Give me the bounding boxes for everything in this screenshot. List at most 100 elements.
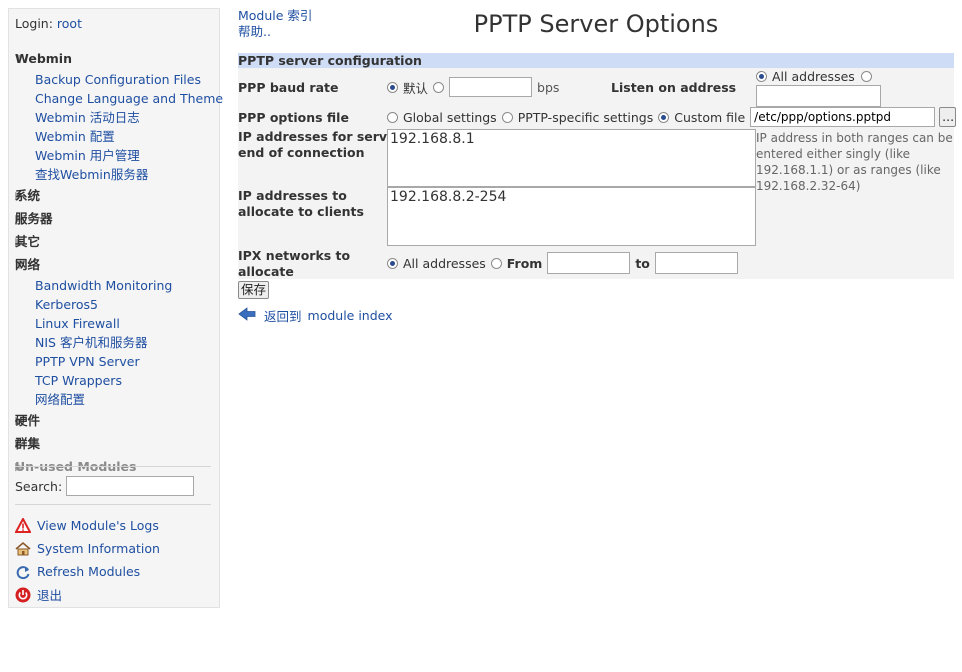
- client-ips-label-line2: allocate to clients: [238, 204, 364, 219]
- divider: [15, 504, 211, 505]
- module-link[interactable]: Bandwidth Monitoring: [15, 276, 215, 295]
- module-link[interactable]: PPTP VPN Server: [15, 352, 215, 371]
- ipx-from-label: From: [506, 255, 543, 271]
- client-ips-label-line1: IP addresses to: [238, 188, 347, 203]
- category-8[interactable]: ▶ 服务器: [15, 207, 215, 230]
- ipx-from-input[interactable]: [547, 252, 631, 274]
- ipx-to-input[interactable]: [654, 252, 738, 274]
- system-info-label: System Information: [37, 541, 160, 556]
- options-file-control: Global settings PPTP-specific settings C…: [387, 107, 957, 127]
- view-logs-link[interactable]: View Module's Logs: [15, 514, 160, 537]
- category-label: 网络: [15, 256, 41, 272]
- ipx-all-radio[interactable]: [387, 257, 398, 269]
- ipx-to-label: to: [635, 255, 650, 271]
- module-link[interactable]: Linux Firewall: [15, 314, 215, 333]
- ipx-all-label: All addresses: [403, 255, 486, 271]
- category-19[interactable]: ▶ 群集: [15, 432, 215, 455]
- listen-specific-radio[interactable]: [860, 71, 872, 82]
- listen-address-input[interactable]: [756, 85, 881, 107]
- category-label: 系统: [15, 187, 41, 203]
- options-global-radio[interactable]: [387, 111, 398, 123]
- category-10[interactable]: ▼ 网络: [15, 253, 215, 276]
- baud-rate-input[interactable]: [449, 77, 533, 97]
- view-logs-label: View Module's Logs: [37, 518, 159, 533]
- listen-address-label: Listen on address: [611, 80, 737, 95]
- config-panel: PPTP server configuration PPP baud rate …: [238, 53, 957, 280]
- options-custom-label: Custom file: [674, 109, 746, 125]
- module-index-back-link[interactable]: module index: [308, 308, 393, 323]
- panel-header: PPTP server configuration: [238, 53, 954, 68]
- server-ips-label-line1: IP addresses for server: [238, 129, 402, 144]
- listen-address-control: All addresses: [756, 69, 877, 84]
- baud-custom-radio[interactable]: [433, 81, 445, 93]
- client-ips-label: IP addresses to allocate to clients: [238, 188, 364, 220]
- category-7[interactable]: ▶ 系统: [15, 184, 215, 207]
- ip-range-note: IP address in both ranges can be entered…: [756, 130, 953, 194]
- module-link[interactable]: Change Language and Theme: [15, 89, 223, 108]
- module-link[interactable]: NIS 客户机和服务器: [15, 333, 215, 352]
- save-button[interactable]: 保存: [238, 281, 270, 299]
- category-label: 群集: [15, 435, 41, 451]
- left-sidebar: Login: root ▼ Webmin Backup Configuration …: [8, 8, 223, 608]
- ipx-control: All addresses From to: [387, 252, 738, 274]
- category-18[interactable]: ▶ 硬件: [15, 409, 215, 432]
- module-link[interactable]: TCP Wrappers: [15, 371, 215, 390]
- search-input[interactable]: [66, 476, 195, 496]
- house-icon: [15, 541, 31, 557]
- ipx-label-line2: allocate: [238, 264, 294, 279]
- ipx-label-line1: IPX networks to: [238, 248, 351, 263]
- options-specific-radio[interactable]: [501, 111, 513, 123]
- options-specific-label: PPTP-specific settings: [517, 109, 654, 125]
- module-link[interactable]: Webmin 配置: [15, 127, 215, 146]
- login-user: root: [56, 16, 82, 31]
- listen-all-label: All addresses: [772, 69, 855, 84]
- note-line: 192.168.1.1) or as ranges (like: [756, 163, 941, 177]
- options-file-input[interactable]: [750, 107, 936, 127]
- back-prefix: 返回到: [264, 309, 302, 324]
- baud-default-radio[interactable]: [387, 81, 398, 93]
- refresh-modules-label: Refresh Modules: [37, 564, 141, 579]
- listen-all-radio[interactable]: [756, 71, 767, 82]
- ipx-label: IPX networks to allocate: [238, 248, 350, 280]
- module-link[interactable]: Kerberos5: [15, 295, 215, 314]
- divider: [15, 466, 211, 467]
- category-label: 硬件: [15, 412, 41, 428]
- login-info: Login: root: [15, 16, 82, 31]
- category-label: 服务器: [15, 210, 53, 226]
- category-label: Webmin: [15, 50, 72, 66]
- back-arrow-icon[interactable]: [238, 307, 256, 324]
- baud-unit: bps: [537, 79, 560, 95]
- options-global-label: Global settings: [403, 109, 497, 125]
- module-link[interactable]: 网络配置: [15, 390, 215, 409]
- warning-icon: [15, 517, 31, 534]
- category-9[interactable]: ▶ 其它: [15, 230, 215, 253]
- baud-rate-control: 默认 bps: [387, 77, 559, 97]
- options-file-browse-button[interactable]: ...: [939, 107, 957, 127]
- baud-rate-label: PPP baud rate: [238, 80, 339, 95]
- login-label: Login:: [15, 16, 53, 31]
- ipx-range-radio[interactable]: [490, 257, 502, 269]
- back-link: 返回到 module index: [238, 306, 393, 325]
- power-icon: [15, 587, 31, 603]
- server-ips-textarea[interactable]: [387, 129, 756, 187]
- server-ips-label-line2: end of connection: [238, 145, 365, 160]
- note-line: 192.168.2.32-64): [756, 179, 861, 193]
- system-info-link[interactable]: System Information: [15, 537, 160, 560]
- category-label: 其它: [15, 233, 41, 249]
- module-link[interactable]: Webmin 用户管理: [15, 146, 215, 165]
- category-0[interactable]: ▼ Webmin: [15, 47, 215, 70]
- server-ips-label: IP addresses for server end of connectio…: [238, 129, 402, 161]
- client-ips-textarea[interactable]: [387, 187, 756, 246]
- module-link[interactable]: Backup Configuration Files: [15, 70, 215, 89]
- logout-label: 退出: [37, 588, 63, 603]
- module-link[interactable]: Webmin 活动日志: [15, 108, 215, 127]
- search-label: Search:: [15, 478, 63, 494]
- refresh-modules-link[interactable]: Refresh Modules: [15, 560, 160, 583]
- page-title: PPTP Server Options: [473, 10, 719, 38]
- logout-link[interactable]: 退出: [15, 583, 160, 606]
- tool-links: View Module's Logs System Information Re…: [15, 514, 160, 606]
- module-link[interactable]: 查找Webmin服务器: [15, 165, 215, 184]
- module-tree: ▼ Webmin Backup Configuration Files Change …: [15, 47, 223, 478]
- refresh-icon: [15, 564, 31, 580]
- options-custom-radio[interactable]: [658, 111, 670, 123]
